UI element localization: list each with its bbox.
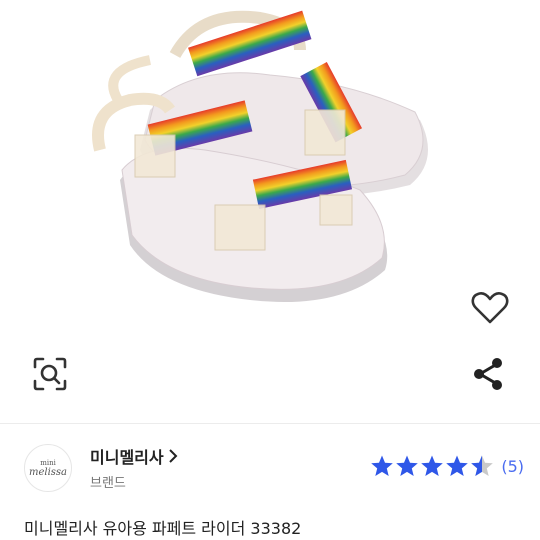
brand-link[interactable]: 미니멜리사 (90, 444, 178, 468)
chevron-right-icon (168, 449, 178, 463)
brand-name: 미니멜리사 (90, 448, 164, 467)
star-half-icon (471, 455, 494, 476)
star-full-icon (446, 455, 469, 476)
rating-count: (5) (501, 456, 524, 476)
star-full-icon (396, 455, 419, 476)
star-full-icon (421, 455, 444, 476)
brand-label: 브랜드 (90, 476, 126, 491)
lens-search-icon (33, 357, 67, 391)
section-divider (0, 423, 540, 424)
brand-row: mini melissa 미니멜리사 브랜드 (5) (24, 440, 524, 496)
product-image[interactable] (0, 0, 540, 330)
product-title: 미니멜리사 유아용 파페트 라이더 33382 (24, 519, 302, 538)
star-full-icon (371, 455, 394, 476)
brand-logo[interactable]: mini melissa (24, 444, 72, 492)
brand-logo-line2: melissa (28, 466, 68, 478)
sandals-illustration (92, 10, 428, 302)
share-icon (474, 358, 502, 390)
heart-outline-icon (471, 292, 509, 324)
brand-logo-line1: mini (40, 458, 56, 467)
wishlist-button[interactable] (466, 284, 514, 332)
image-search-button[interactable] (26, 350, 74, 398)
rating[interactable]: (5) (370, 454, 524, 478)
share-button[interactable] (464, 350, 512, 398)
